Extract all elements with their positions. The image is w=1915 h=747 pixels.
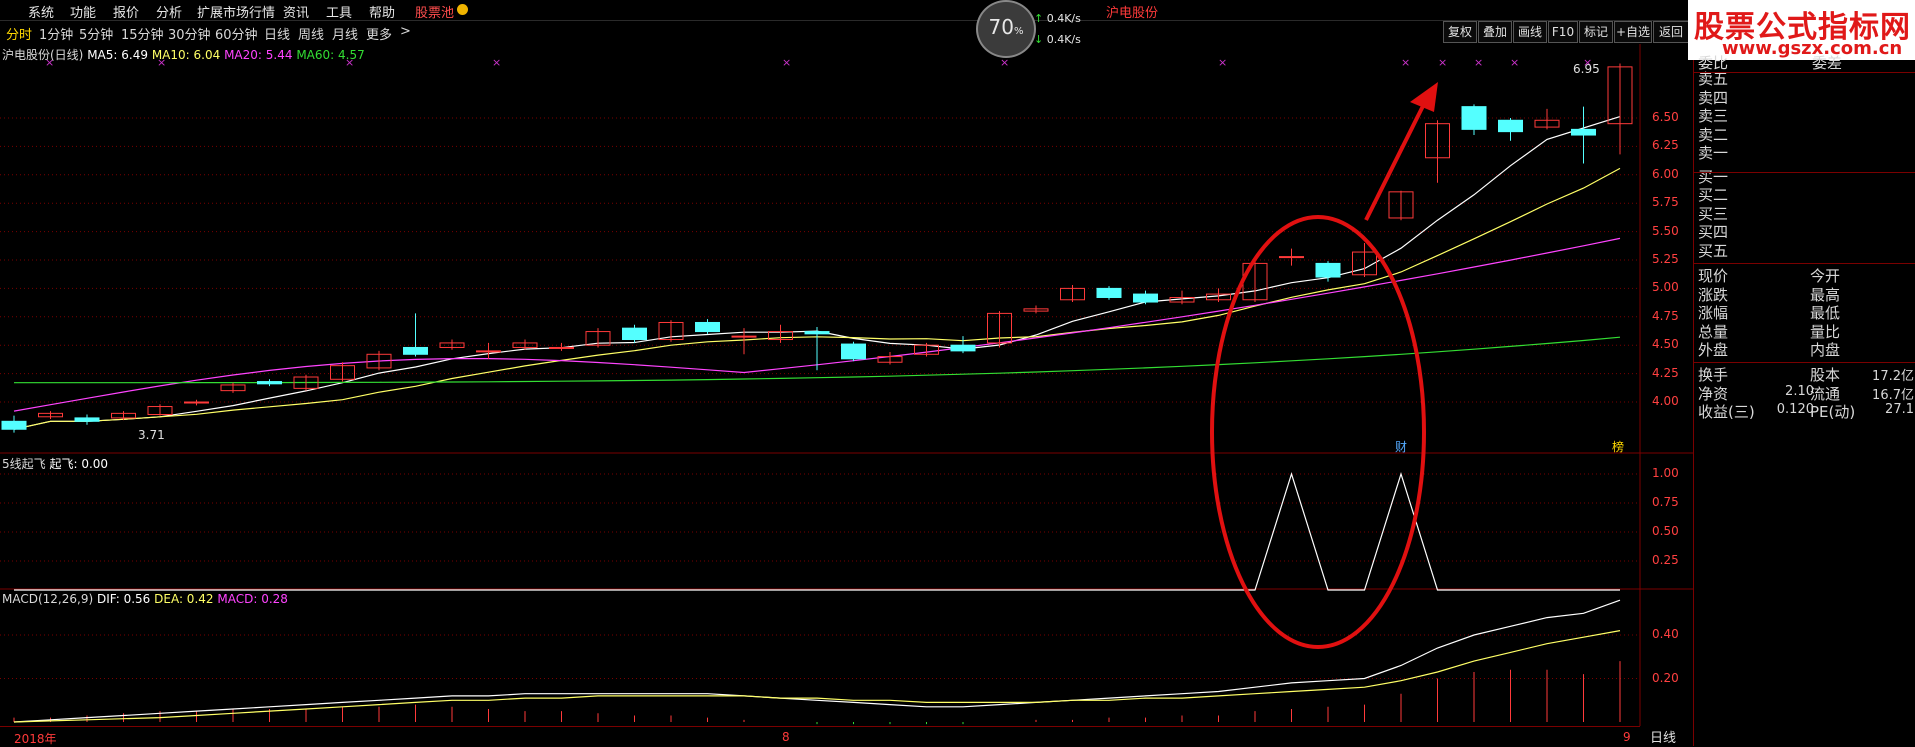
macd-dif-line <box>13 599 1621 723</box>
ma10-line <box>13 167 1621 430</box>
date-axis-year: 2018年 <box>14 732 57 746</box>
low-price-label: 3.71 <box>138 428 165 442</box>
event-marker-icon: × <box>492 56 501 69</box>
quote-value: 27.1 <box>1885 402 1914 417</box>
event-marker-icon: × <box>1401 56 1410 69</box>
quote-value: 2.10 <box>1785 383 1814 399</box>
bottom-daily-tab[interactable]: 日线 <box>1650 727 1676 746</box>
candle-body <box>1279 256 1304 259</box>
ma60-label: MA60: 4.57 <box>296 48 365 62</box>
ranking-marker[interactable]: 榜 <box>1612 438 1624 455</box>
candle-body <box>731 335 757 338</box>
quote-label: 内盘 <box>1810 341 1841 359</box>
candle-body <box>476 350 501 353</box>
price-tick-label: 4.75 <box>1652 308 1679 323</box>
price-tick-label: 5.00 <box>1652 280 1679 295</box>
macd-dea-line <box>13 630 1621 723</box>
date-axis-month: 8 <box>782 730 790 744</box>
price-tick-label: 4.25 <box>1652 365 1679 380</box>
macd-tick-label: 0.40 <box>1652 627 1679 641</box>
candle-body <box>1571 128 1596 136</box>
date-axis: 2018年 8 9 <box>0 726 1640 747</box>
candle-body <box>1 420 27 430</box>
price-tick-label: 5.25 <box>1652 252 1679 266</box>
macd-tick-label: 0.20 <box>1652 670 1679 685</box>
main-legend: 沪电股份(日线) MA5: 6.49 MA10: 6.04 MA20: 5.44… <box>2 46 365 63</box>
event-marker-icon: × <box>1474 56 1483 69</box>
quote-value: 16.7亿 <box>1872 387 1914 403</box>
quote-label: 外盘 <box>1698 341 1729 359</box>
candle-body <box>841 343 866 360</box>
quote-panel: 委比 委差 卖五 卖四 卖三 卖二 卖一 买一 买二 买三 买四 买五 现价 今开 涨跌 最高 涨幅 最低总… <box>1693 54 1915 746</box>
indicator-tick-label: 0.75 <box>1652 495 1679 509</box>
indicator-tick-label: 0.50 <box>1652 524 1679 538</box>
price-tick-label: 5.75 <box>1652 195 1679 210</box>
candle-body <box>1096 287 1122 298</box>
price-tick-label: 4.00 <box>1652 394 1679 408</box>
event-marker-icon: × <box>1218 56 1227 69</box>
quote-label: 收益(三) <box>1698 403 1755 421</box>
macd-value-label: MACD: 0.28 <box>217 592 288 606</box>
quote-value: 17.2亿 <box>1872 369 1914 384</box>
price-tick-label: 6.00 <box>1652 166 1679 181</box>
event-marker-icon: × <box>1438 56 1447 69</box>
macd-name: MACD(12,26,9) <box>2 592 94 606</box>
annotation-ellipse <box>1210 215 1426 649</box>
quote-label: PE(动) <box>1810 403 1856 421</box>
kline-chart[interactable]: × × × × × × × × × × × × <box>0 0 1915 746</box>
candle-body <box>804 331 830 335</box>
price-tick-label: 6.25 <box>1652 138 1679 153</box>
ma20-line <box>13 237 1621 412</box>
macd-legend: MACD(12,26,9) DIF: 0.56 DEA: 0.42 MACD: … <box>2 592 288 606</box>
annotation-arrowhead-icon <box>1410 82 1438 112</box>
price-tick-label: 5.50 <box>1652 223 1679 238</box>
ma5-label: MA5: 6.49 <box>87 48 148 62</box>
price-tick-label: 6.50 <box>1652 110 1679 124</box>
indicator-tick-label: 0.25 <box>1652 553 1679 567</box>
bid-level-label: 买五 <box>1698 241 1729 260</box>
indicator-value: 起飞: 0.00 <box>49 457 109 471</box>
macd-dea-label: DEA: 0.42 <box>154 592 214 606</box>
annotation-arrow-shaft <box>1364 101 1427 221</box>
bid-diff-label: 委差 <box>1812 54 1843 72</box>
indicator-tick-label: 1.00 <box>1652 466 1679 480</box>
event-marker-icon: × <box>782 56 791 69</box>
event-marker-icon: × <box>1000 56 1009 69</box>
high-price-label: 6.95 <box>1573 62 1600 76</box>
candle-body <box>184 401 209 404</box>
event-marker-icon: × <box>1510 56 1519 69</box>
candle-body <box>1315 262 1341 278</box>
finance-marker[interactable]: 财 <box>1395 438 1407 455</box>
ask-level-label: 卖一 <box>1698 144 1729 162</box>
candle-body <box>257 381 282 385</box>
candle-body <box>1498 119 1523 133</box>
divider <box>1693 362 1915 363</box>
divider <box>1693 263 1915 264</box>
candle-body <box>74 417 100 422</box>
price-tick-label: 4.50 <box>1652 337 1679 352</box>
quote-value: 0.120 <box>1776 402 1814 417</box>
candle-body <box>1461 106 1487 130</box>
macd-dif-label: DIF: 0.56 <box>96 592 151 606</box>
candle-body <box>695 321 720 333</box>
divider <box>1693 172 1915 173</box>
divider <box>1693 72 1915 73</box>
candle-body <box>1133 293 1158 303</box>
ma10-label: MA10: 6.04 <box>151 48 221 62</box>
candle-body <box>622 327 647 341</box>
candle-body <box>549 346 574 349</box>
stock-title: 沪电股份(日线) <box>2 48 84 62</box>
indicator-legend: 5线起飞 起飞: 0.00 <box>2 455 108 472</box>
candle-body <box>950 344 976 352</box>
brand-watermark: 股票公式指标网 www.gszx.com.cn <box>1688 0 1915 60</box>
candle-body <box>403 346 428 355</box>
indicator-name: 5线起飞 <box>2 457 46 471</box>
ma20-label: MA20: 5.44 <box>224 48 293 62</box>
date-axis-day: 9 <box>1623 730 1631 744</box>
